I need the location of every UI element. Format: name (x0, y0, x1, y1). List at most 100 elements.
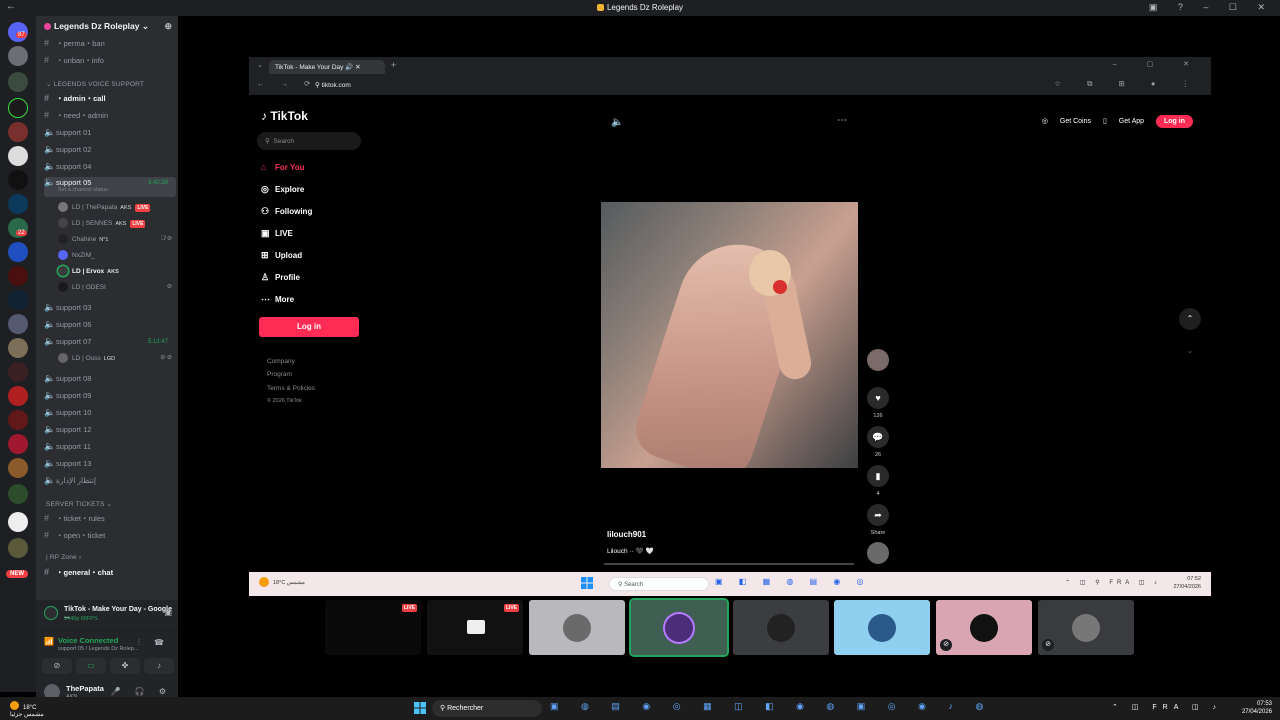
video-player[interactable] (601, 202, 858, 468)
voice-user[interactable]: LD | SENNES AKS LIVE (58, 218, 176, 233)
voice-connected-label[interactable]: Voice Connected (58, 636, 118, 645)
tiktok-logo[interactable]: ♪ TikTok (261, 109, 308, 123)
video-progress-bar[interactable] (604, 563, 854, 565)
server-icon[interactable] (8, 314, 28, 334)
nav-following[interactable]: ⚇ Following (261, 206, 312, 217)
pinned-apps[interactable]: ▣ ◍ ▤ ◉ ◎ ▦ ◫ ◧ ◉ ◍ ▣ ◎ ◉ ♪ ◍ (550, 701, 993, 712)
video-author[interactable]: lilouch901 (607, 530, 646, 539)
server-icon[interactable] (8, 338, 28, 358)
voice-channel-support-02[interactable]: 🔈support 02 (44, 144, 176, 160)
participant-tile[interactable]: ⊘ (1038, 600, 1134, 655)
server-icon[interactable] (8, 266, 28, 286)
voice-channel-support-01[interactable]: 🔈support 01 (44, 127, 176, 143)
channel-general-chat[interactable]: # ・general・chat (44, 567, 176, 583)
server-icon[interactable] (8, 484, 28, 504)
save-button[interactable]: ▮ 4 (866, 465, 890, 497)
footer-link[interactable]: Program (267, 371, 292, 378)
pinned-apps[interactable]: ▣ ◧ ▦ ◍ ▤ ◉ ◎ (715, 577, 871, 586)
server-icon[interactable] (8, 72, 28, 92)
voice-channel-support-05[interactable]: 🔈support 05 3:40:39 Set a channel status (44, 177, 176, 197)
footer-link[interactable]: Terms & Policies (267, 385, 315, 392)
server-icon[interactable] (8, 146, 28, 166)
server-icon[interactable] (8, 410, 28, 430)
category-voice-support[interactable]: ⌄ LEGENDS VOICE SUPPORT (46, 80, 144, 88)
login-button-top[interactable]: Log in (1156, 115, 1193, 128)
footer-link[interactable]: Company (267, 358, 295, 365)
voice-user[interactable]: LD | ThePapata AKS LIVE (58, 202, 176, 217)
get-coins-button[interactable]: ◎ Get Coins (1042, 117, 1091, 125)
server-icon[interactable] (8, 98, 28, 118)
voice-user[interactable]: Chahine N°1 🎙̸ ⊘ (58, 234, 176, 249)
channel-need-admin[interactable]: # ・need・admin (44, 110, 176, 126)
server-icon[interactable] (8, 194, 28, 214)
channel-perma-ban[interactable]: # ・perma・ban (44, 38, 176, 54)
share-button[interactable]: ➦ Share (866, 504, 890, 536)
signal-icon[interactable]: 📶 (44, 637, 54, 646)
screen-share-icon[interactable]: ▣ (164, 608, 172, 617)
user-controls[interactable]: 🎤 🎧 ⚙ (110, 687, 172, 696)
voice-user[interactable]: NxZIM_ (58, 250, 176, 265)
server-icon[interactable] (8, 242, 28, 262)
voice-channel-support-08[interactable]: 🔈support 08 (44, 373, 176, 389)
participant-tile[interactable]: ⊘ (936, 600, 1032, 655)
server-icon[interactable] (8, 512, 28, 532)
comment-button[interactable]: 💬 26 (866, 426, 890, 458)
add-member-icon[interactable]: ⊕ (164, 21, 172, 32)
participant-tile[interactable] (834, 600, 930, 655)
get-app-button[interactable]: ▯ Get App (1103, 117, 1144, 125)
participant-tile[interactable] (629, 598, 729, 657)
music-disc[interactable] (866, 542, 890, 564)
voice-location[interactable]: support 05 / Legends Dz Rolep... (58, 646, 138, 652)
voice-channel-support-07[interactable]: 🔈support 07 5:13:47 (44, 336, 176, 352)
login-button-sidebar[interactable]: Log in (259, 317, 359, 337)
voice-actions[interactable]: ⫶ ☎ (138, 638, 170, 648)
server-icon[interactable] (8, 170, 28, 190)
weather-widget[interactable]: 18°C مشمس جزئيا (10, 701, 44, 719)
nav-profile[interactable]: ♙ Profile (261, 272, 300, 283)
server-icon[interactable] (8, 538, 28, 558)
server-icon[interactable] (8, 458, 28, 478)
volume-icon[interactable]: 🔈 (611, 117, 623, 128)
category-rp-zone[interactable]: | RP Zone › (46, 554, 81, 561)
voice-channel-support-12[interactable]: 🔈support 12 (44, 424, 176, 440)
activity-panel[interactable]: TikTok - Make Your Day - Google ... 1440… (36, 600, 178, 630)
taskbar-search[interactable]: ⚲ Rechercher (432, 700, 542, 717)
weather-widget[interactable]: 18°C مشمس (259, 577, 305, 587)
address-bar[interactable]: ⚲ tiktok.com (309, 78, 1149, 92)
previous-video-button[interactable]: ⌃ (1179, 308, 1201, 330)
browser-tab[interactable]: TikTok - Make Your Day 🔊 ✕ (269, 60, 385, 74)
voice-channel-support-11[interactable]: 🔈support 11 (44, 441, 176, 457)
channel-admin-call[interactable]: # ・admin・call (44, 93, 176, 109)
browser-toolbar-icons[interactable]: ☆ ⧉ ⊞ ● ⋮ (1054, 79, 1201, 89)
windows-logo-icon[interactable] (414, 702, 426, 714)
voice-channel-support-04[interactable]: 🔈support 04 (44, 161, 176, 177)
stream-tile[interactable]: LIVE (325, 600, 421, 655)
guild-header[interactable]: Legends Dz Roleplay ⌄ ⊕ (36, 16, 178, 40)
activities-button[interactable]: ✤ (110, 658, 140, 674)
taskbar-search[interactable]: ⚲ Search (609, 577, 709, 591)
nav-live[interactable]: ▣ LIVE (261, 228, 293, 239)
participant-tile[interactable] (733, 600, 829, 655)
voice-user[interactable]: LD | Ouss LGD ⊘ ⊘ (58, 353, 176, 368)
server-icon[interactable] (8, 362, 28, 382)
soundboard-button[interactable]: ♪ (144, 658, 174, 674)
screen-share-button[interactable]: ▭ (76, 658, 106, 674)
like-button[interactable]: ♥ 126 (866, 387, 890, 419)
server-icon[interactable] (8, 290, 28, 310)
voice-channel-waiting[interactable]: 🔈إنتظار الإدارة (44, 475, 176, 491)
participant-tile[interactable] (529, 600, 625, 655)
voice-user[interactable]: LD | ODESI ⊘ (58, 282, 176, 297)
nav-for-you[interactable]: ⌂ For You (261, 162, 304, 172)
window-controls[interactable]: – ▢ ✕ (1113, 60, 1203, 68)
voice-channel-support-13[interactable]: 🔈support 13 (44, 458, 176, 474)
window-controls[interactable]: ▣ ? – ☐ ✕ (1149, 2, 1274, 13)
next-video-button[interactable]: ⌄ (1179, 340, 1201, 362)
new-tab-icon[interactable]: + (391, 60, 396, 70)
system-tray[interactable]: ⌃ ◫ FRA ◫ ♪ (1112, 703, 1222, 711)
nav-explore[interactable]: ◎ Explore (261, 184, 304, 195)
voice-channel-support-10[interactable]: 🔈support 10 (44, 407, 176, 423)
tab-search-icon[interactable]: ⌄ (257, 61, 263, 69)
creator-avatar[interactable] (866, 349, 890, 371)
channel-unban-info[interactable]: # ・unban・info (44, 55, 176, 71)
channel-ticket-rules[interactable]: # ・ticket・rules (44, 513, 176, 529)
